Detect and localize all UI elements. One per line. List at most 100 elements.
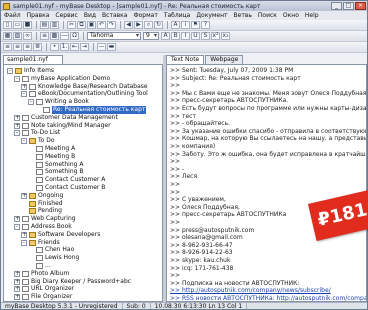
tree-expander-icon[interactable]: +	[14, 114, 20, 121]
tree-item[interactable]: - To-Do List	[14, 129, 60, 137]
tree-item[interactable]: + Note taking/Mind Manager	[14, 122, 111, 130]
tab-webpage[interactable]: Webpage	[205, 55, 244, 64]
outdent-icon[interactable]: ⇤	[70, 43, 79, 51]
tab-text-note[interactable]: Text Note	[166, 55, 205, 64]
menu-edit[interactable]: Правка	[27, 12, 50, 19]
print-preview-icon[interactable]: ▥	[50, 21, 59, 29]
align-center-icon[interactable]: ≡	[13, 43, 22, 51]
print-icon[interactable]: ▤	[40, 21, 49, 29]
tree-item[interactable]: Chen Hao	[28, 246, 74, 254]
tree-expander-icon[interactable]: -	[7, 68, 13, 74]
font-color-icon[interactable]: A	[161, 32, 170, 40]
note-link[interactable]: >> RSS новости АВТОСПУТНИКа: http://auto…	[170, 295, 366, 301]
font-family-select[interactable]: Tahoma	[87, 32, 141, 40]
find-icon[interactable]: ⌕	[144, 21, 153, 29]
back-icon[interactable]: ◀	[124, 21, 133, 29]
new-file-icon[interactable]: ▯	[3, 21, 12, 29]
tree-expander-icon[interactable]: -	[14, 75, 20, 82]
tree-item[interactable]: Finished	[21, 200, 63, 208]
tree-item[interactable]: + URL Organizer	[14, 285, 74, 293]
tree-expander-icon[interactable]: +	[21, 83, 27, 90]
italic-button-icon[interactable]: I	[181, 32, 190, 40]
menu-window[interactable]: Окно	[283, 12, 299, 19]
menu-document[interactable]: Документ	[196, 12, 227, 19]
menu-tools[interactable]: Сервис	[55, 12, 77, 19]
tree-item[interactable]: Contact Customer A	[28, 176, 105, 184]
tree-item[interactable]: Meeting B	[28, 153, 75, 161]
maximize-button[interactable]: □	[343, 2, 354, 10]
grid-icon[interactable]: ▩	[50, 32, 59, 40]
tree-item[interactable]: - Address Book	[14, 223, 72, 231]
redo-icon[interactable]: ↷	[107, 21, 116, 29]
line-color-icon[interactable]: —	[97, 43, 106, 51]
tree-expander-icon[interactable]: -	[28, 99, 34, 106]
close-button[interactable]: ×	[355, 2, 366, 10]
tree-expander-icon[interactable]: +	[14, 286, 20, 293]
tree-item[interactable]: - Info Items	[7, 67, 54, 75]
align-right-icon[interactable]: ≡	[23, 43, 32, 51]
symbol-icon[interactable]: Ω	[70, 32, 79, 40]
tree-expander-icon[interactable]: +	[14, 216, 20, 223]
bold-button-icon[interactable]: B	[171, 32, 180, 40]
tree-item[interactable]: + Photo Album	[14, 270, 69, 278]
tree-item[interactable]: + File Organizer	[14, 293, 72, 301]
font-size-select[interactable]: 9	[143, 32, 159, 40]
tree-expander-icon[interactable]: +	[14, 122, 20, 129]
help-icon[interactable]: ?	[201, 21, 210, 29]
tree-item[interactable]: + Ongoing	[21, 192, 63, 200]
open-folder-icon[interactable]: ▭	[13, 21, 22, 29]
menu-format[interactable]: Формат	[133, 12, 157, 19]
cut-icon[interactable]: ✂	[67, 21, 76, 29]
subscript-icon[interactable]: x₂	[221, 32, 230, 40]
copy-icon[interactable]: ⧉	[77, 21, 86, 29]
tree-item[interactable]: + Web Capturing	[14, 215, 76, 223]
tree-item[interactable]: Something A	[28, 161, 83, 169]
menu-table[interactable]: Таблица	[164, 12, 191, 19]
tree-expander-icon[interactable]: -	[21, 138, 27, 145]
menu-view[interactable]: Вид	[84, 12, 96, 19]
tree-item[interactable]: + Software Developers	[21, 231, 100, 239]
title-bar[interactable]: sample01.nyf - myBase Desktop - [sample0…	[1, 1, 367, 11]
tree-expander-icon[interactable]: +	[21, 192, 27, 199]
tree-item[interactable]: - eBook/Documentation/Outlining Tool	[21, 90, 148, 98]
tree-expander-icon[interactable]: -	[21, 239, 27, 246]
link-icon[interactable]: ∞	[23, 32, 32, 40]
indent-icon[interactable]: ⇥	[80, 43, 89, 51]
save-icon[interactable]: ■	[23, 21, 32, 29]
tree-item[interactable]: - myBase Application Demo	[14, 75, 110, 83]
tree-expander-icon[interactable]: +	[14, 294, 20, 301]
refresh-icon[interactable]: ↻	[154, 21, 163, 29]
strikethrough-icon[interactable]: S	[201, 32, 210, 40]
tree-item[interactable]: - To Do	[21, 137, 55, 145]
tree-item[interactable]: - Writing a Book	[28, 98, 89, 106]
tree-item[interactable]: + Knowledge Base/Research Database	[21, 83, 148, 91]
table-icon[interactable]: ▦	[3, 32, 12, 40]
tree-item[interactable]: Pending	[21, 207, 62, 215]
minimize-button[interactable]: _	[331, 2, 342, 10]
tree-item[interactable]: + Big Diary Keeper / Password+abc	[14, 278, 131, 286]
list-icon[interactable]: ≡	[40, 32, 49, 40]
justify-icon[interactable]: ≣	[33, 43, 42, 51]
hr-icon[interactable]: ―	[60, 32, 69, 40]
numbering-icon[interactable]: 1.	[60, 43, 69, 51]
align-left-icon[interactable]: ≡	[3, 43, 12, 51]
bold-icon[interactable]: A	[171, 21, 180, 29]
tree-expander-icon[interactable]: -	[14, 224, 20, 230]
tree-item[interactable]: + Customer Data Management	[14, 114, 118, 122]
bookmark-icon[interactable]: ⚑	[191, 21, 200, 29]
tree-expander-icon[interactable]: +	[14, 278, 20, 285]
paste-icon[interactable]: ▣	[87, 21, 96, 29]
tree-expander-icon[interactable]: -	[14, 130, 20, 137]
image-icon[interactable]: ▧	[13, 32, 22, 40]
menu-search[interactable]: Поиск	[258, 12, 277, 19]
tree-item[interactable]: Meeting A	[28, 145, 75, 153]
tree-item[interactable]: Contact Customer B	[28, 184, 105, 192]
note-link[interactable]: >> http://autosputnik.com/company/news/s…	[170, 287, 331, 294]
menu-help[interactable]: Help	[305, 12, 319, 19]
menu-branch[interactable]: Ветвь	[234, 12, 252, 19]
tree-expander-icon[interactable]: +	[14, 270, 20, 277]
tree-expander-icon[interactable]: -	[21, 91, 27, 98]
bullets-icon[interactable]: •	[50, 43, 59, 51]
menu-insert[interactable]: Вставка	[102, 12, 127, 19]
tree-item[interactable]: Lewis Hong	[28, 254, 79, 262]
